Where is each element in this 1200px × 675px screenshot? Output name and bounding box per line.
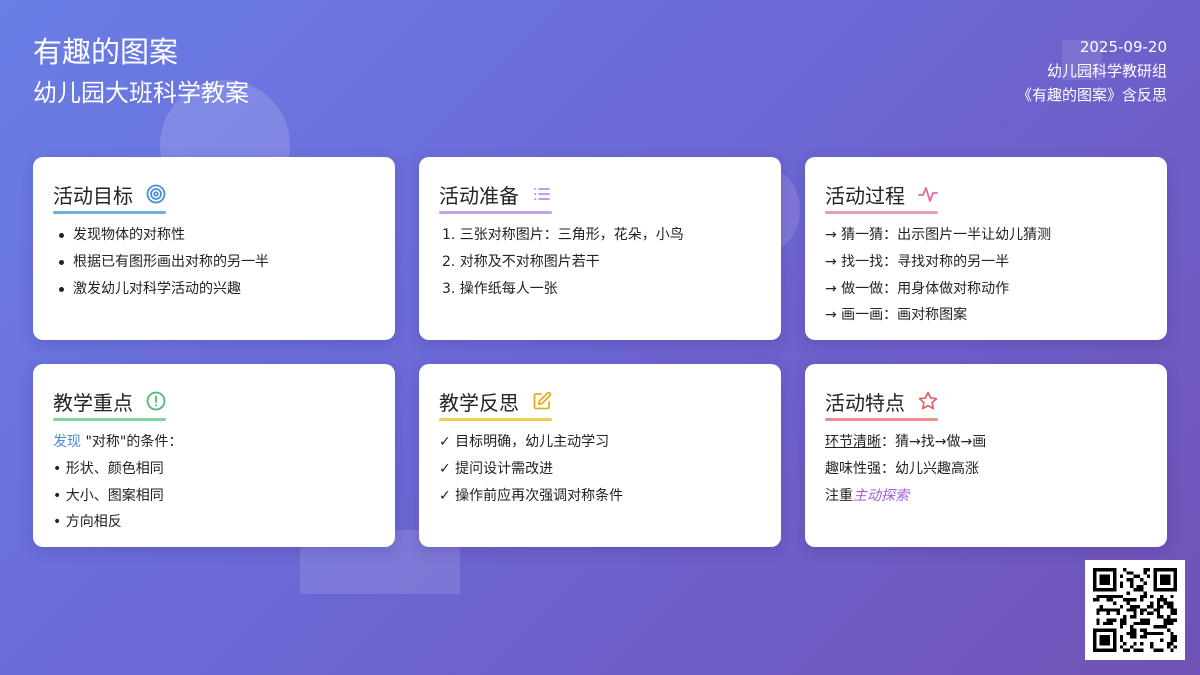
- highlight-text: 发现: [53, 434, 81, 450]
- list-item: • 大小、图案相同: [53, 487, 164, 504]
- list-item: • 形状、颜色相同: [53, 460, 164, 477]
- card-title: 活动过程: [825, 183, 905, 208]
- card-activity-process: 活动过程 → 猜一猜：出示图片一半让幼儿猜测 → 找一找：寻找对称的另一半 → …: [805, 157, 1167, 340]
- list-item: 3. 操作纸每人一张: [442, 280, 558, 297]
- note-label: 《有趣的图案》含反思: [1016, 86, 1167, 104]
- card-teaching-reflection: 教学反思 ✓ 目标明确，幼儿主动学习 ✓ 提问设计需改进 ✓ 操作前应再次强调对…: [419, 364, 781, 547]
- list-item: → 猜一猜：出示图片一半让幼儿猜测: [825, 227, 1052, 243]
- prep-list: 1. 三张对称图片：三角形，花朵，小鸟 2. 对称及不对称图片若干 3. 操作纸…: [439, 222, 761, 302]
- goals-list: 发现物体的对称性 根据已有图形画出对称的另一半 激发幼儿对科学活动的兴趣: [53, 222, 375, 302]
- focus-lead: 发现 "对称"的条件：: [53, 429, 375, 456]
- activity-icon: [917, 183, 939, 205]
- feature-label: 注重: [825, 487, 853, 504]
- page-subtitle: 幼儿园大班科学教案: [33, 79, 249, 107]
- feature-label: 环节清晰: [825, 434, 881, 450]
- star-icon: [917, 390, 939, 412]
- focus-list: 发现 "对称"的条件： • 形状、颜色相同 • 大小、图案相同 • 方向相反: [53, 429, 375, 536]
- card-activity-features: 活动特点 环节清晰：猜→找→做→画 趣味性强：幼儿兴趣高涨 注重主动探索: [805, 364, 1167, 547]
- title-underline: [53, 211, 166, 214]
- card-activity-prep: 活动准备 1. 三张对称图片：三角形，花朵，小鸟 2. 对称及不对称图片若干 3…: [419, 157, 781, 340]
- list-item: ✓ 目标明确，幼儿主动学习: [439, 434, 610, 450]
- list-item: ✓ 操作前应再次强调对称条件: [439, 487, 624, 504]
- feature-text: ：猜→找→做→画: [881, 434, 987, 450]
- target-icon: [145, 183, 167, 205]
- card-title: 活动准备: [439, 183, 519, 208]
- list-item: → 画一画：画对称图案: [825, 307, 968, 324]
- card-teaching-focus: 教学重点 发现 "对称"的条件： • 形状、颜色相同 • 大小、图案相同 • 方…: [33, 364, 395, 547]
- meta-block: 2025-09-20 幼儿园科学教研组 《有趣的图案》含反思: [1017, 35, 1167, 107]
- title-underline: [439, 211, 552, 214]
- list-item: 注重主动探索: [825, 483, 1147, 510]
- page-title: 有趣的图案: [33, 35, 179, 69]
- list-item: → 找一找：寻找对称的另一半: [825, 253, 1010, 270]
- card-title: 活动目标: [53, 183, 133, 208]
- list-icon: [531, 183, 553, 205]
- process-list: → 猜一猜：出示图片一半让幼儿猜测 → 找一找：寻找对称的另一半 → 做一做：用…: [825, 222, 1147, 329]
- list-item: 环节清晰：猜→找→做→画: [825, 429, 1147, 456]
- alert-circle-icon: [145, 390, 167, 412]
- edit-icon: [531, 390, 553, 412]
- card-activity-goals: 活动目标 发现物体的对称性 根据已有图形画出对称的另一半 激发幼儿对科学活动的兴…: [33, 157, 395, 340]
- list-item: 发现物体的对称性: [59, 222, 375, 249]
- list-item: 根据已有图形画出对称的另一半: [59, 249, 375, 276]
- title-underline: [825, 418, 938, 421]
- qr-code-icon[interactable]: [1085, 560, 1185, 660]
- title-underline: [439, 418, 552, 421]
- card-title: 教学反思: [439, 390, 519, 415]
- title-block: 有趣的图案 幼儿园大班科学教案: [33, 33, 249, 113]
- list-item: 趣味性强：幼儿兴趣高涨: [825, 460, 979, 477]
- list-item: • 方向相反: [53, 514, 122, 531]
- list-item: ✓ 提问设计需改进: [439, 460, 554, 477]
- list-item: 2. 对称及不对称图片若干: [442, 253, 600, 270]
- title-underline: [825, 211, 938, 214]
- card-title: 活动特点: [825, 390, 905, 415]
- list-item: 1. 三张对称图片：三角形，花朵，小鸟: [442, 227, 684, 243]
- reflection-list: ✓ 目标明确，幼儿主动学习 ✓ 提问设计需改进 ✓ 操作前应再次强调对称条件: [439, 429, 761, 509]
- title-underline: [53, 418, 166, 421]
- list-item: → 做一做：用身体做对称动作: [825, 280, 1010, 297]
- list-item: 激发幼儿对科学活动的兴趣: [59, 276, 375, 303]
- group-label: 幼儿园科学教研组: [1046, 62, 1167, 80]
- lead-text: "对称"的条件：: [81, 434, 183, 450]
- features-list: 环节清晰：猜→找→做→画 趣味性强：幼儿兴趣高涨 注重主动探索: [825, 429, 1147, 509]
- highlight-text: 主动探索: [853, 487, 909, 504]
- date-label: 2025-09-20: [1079, 38, 1167, 56]
- card-title: 教学重点: [53, 390, 133, 415]
